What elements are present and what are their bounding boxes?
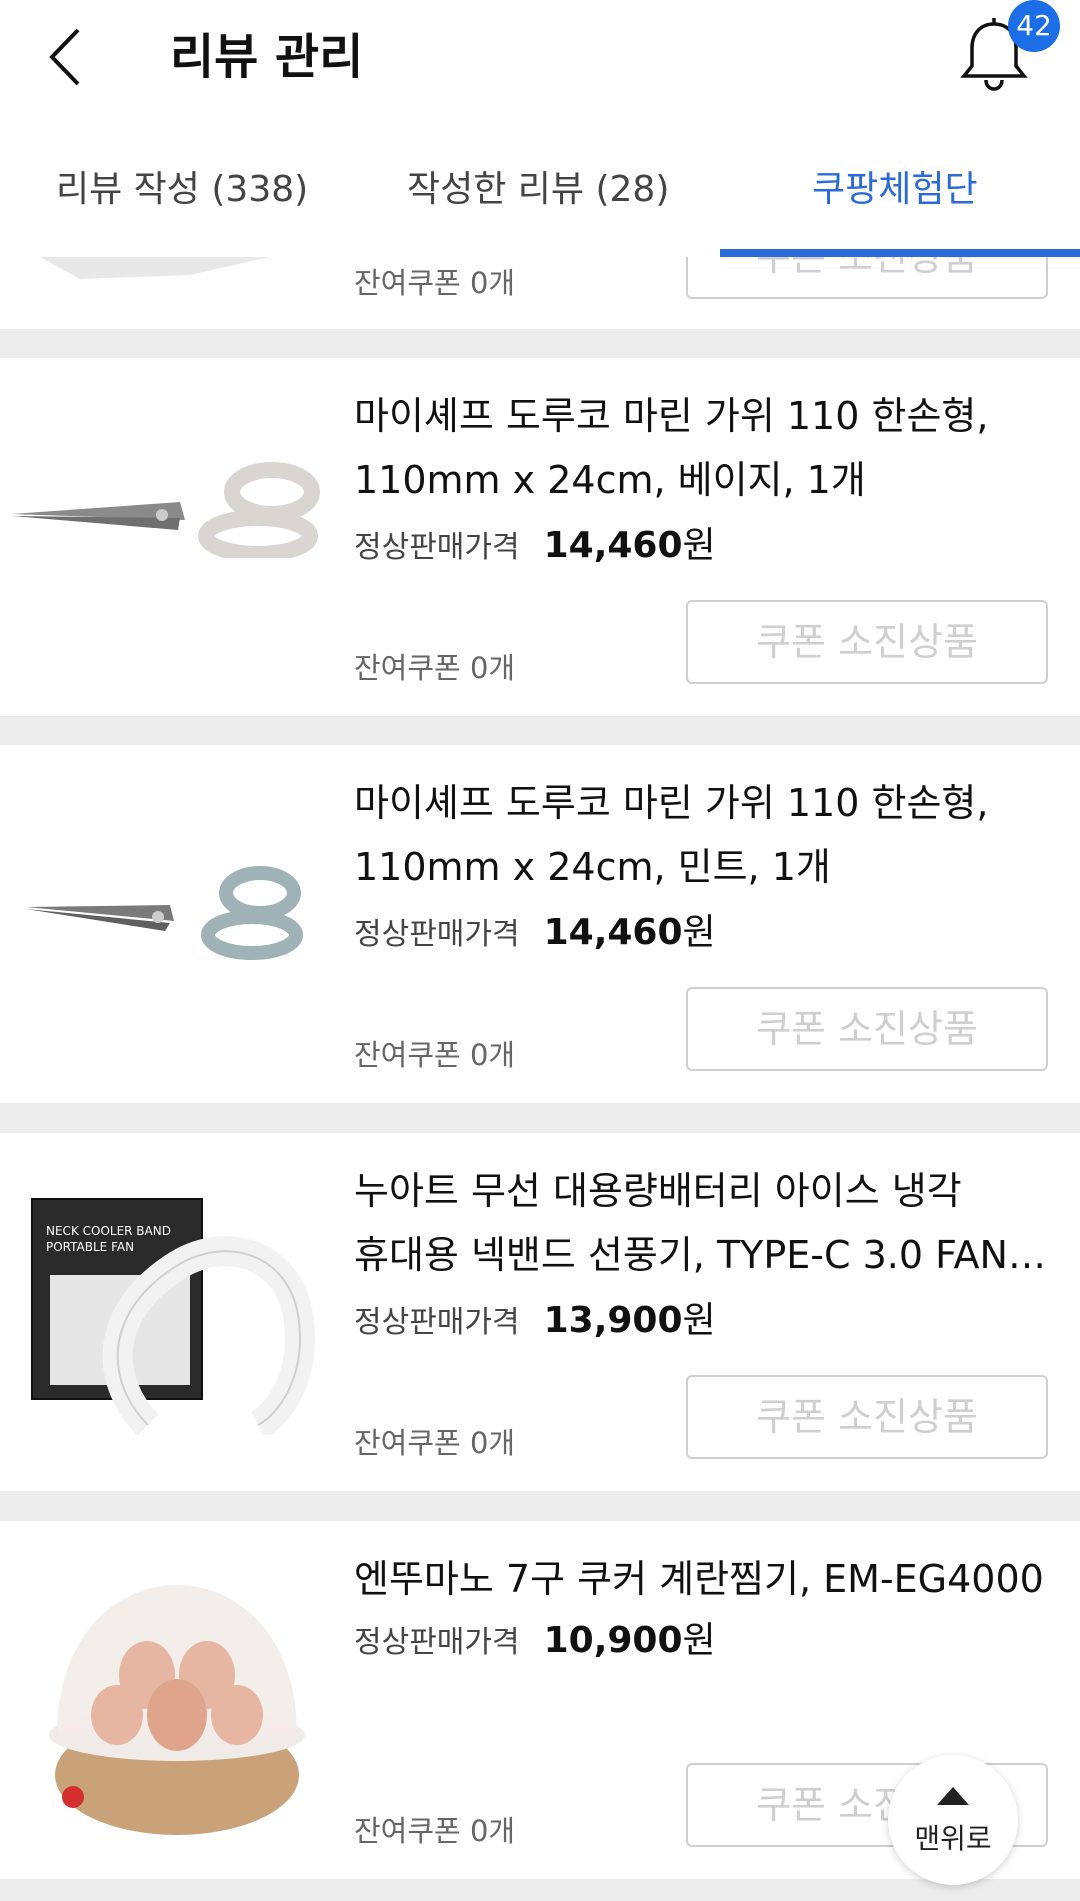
price-row: 정상판매가격 14,460원 [354,521,716,573]
chevron-left-icon [49,28,80,86]
coupon-exhausted-button[interactable]: 쿠폰 소진상품 [686,1375,1048,1459]
price-currency: 원 [682,912,716,953]
price-value: 14,460 [543,525,683,566]
remaining-coupon-text: 잔여쿠폰 0개 [354,1038,516,1072]
price-label: 정상판매가격 [354,1625,520,1660]
page-title: 리뷰 관리 [170,29,364,85]
coupon-exhausted-button[interactable]: 쿠폰 소진상품 [686,257,1048,299]
back-button[interactable] [40,22,100,92]
product-image-egg-cooker [49,1585,305,1835]
product-image-neck-fan: NECK COOLER BAND PORTABLE FAN [31,1198,315,1435]
tab-coupang-experience[interactable]: 쿠팡체험단 [812,165,978,215]
price-currency: 원 [682,1620,716,1661]
price-value: 13,900 [543,1300,683,1341]
product-name: 엔뚜마노 7구 쿠커 계란찜기, EM-EG4000 [354,1557,1044,1601]
price-currency: 원 [682,1300,716,1341]
remaining-coupon-text: 잔여쿠폰 0개 [354,1426,516,1460]
price-label: 정상판매가격 [354,1305,520,1340]
app-header: 리뷰 관리 42 [0,0,1080,115]
price-label: 정상판매가격 [354,530,520,565]
product-image-mint-scissors [26,866,303,960]
tab-written-reviews[interactable]: 작성한 리뷰 (28) [407,165,669,215]
product-card-partial: 잔여쿠폰 0개 쿠폰 소진상품 [0,257,1080,329]
box-text-line: NECK COOLER BAND [46,1224,171,1238]
scroll-to-top-button[interactable]: 맨위로 [888,1755,1018,1885]
product-image-partial [40,257,270,279]
price-value: 14,460 [543,912,683,953]
triangle-up-icon [937,1787,969,1805]
product-image-beige-scissors [12,462,320,558]
product-card[interactable]: 마이셰프 도루코 마린 가위 110 한손형, 110mm x 24cm, 민트… [0,745,1080,1103]
price-label: 정상판매가격 [354,917,520,952]
coupon-exhausted-button[interactable]: 쿠폰 소진상품 [686,600,1048,684]
product-name: 마이셰프 도루코 마린 가위 110 한손형, 110mm x 24cm, 민트… [354,781,989,889]
price-row: 정상판매가격 13,900원 [354,1296,716,1348]
active-tab-indicator [720,249,1080,257]
box-text-line: PORTABLE FAN [46,1240,134,1254]
product-card[interactable]: 마이셰프 도루코 마린 가위 110 한손형, 110mm x 24cm, 베이… [0,358,1080,716]
tab-bar: 리뷰 작성 (338) 작성한 리뷰 (28) 쿠팡체험단 [0,115,1080,257]
price-currency: 원 [682,525,716,566]
price-row: 정상판매가격 10,900원 [354,1616,716,1668]
remaining-coupon-text: 잔여쿠폰 0개 [354,651,516,685]
product-name: 누아트 무선 대용량배터리 아이스 냉각 휴대용 넥밴드 선풍기, TYPE-C… [354,1169,1054,1277]
remaining-coupon-text: 잔여쿠폰 0개 [354,1814,516,1848]
product-name: 마이셰프 도루코 마린 가위 110 한손형, 110mm x 24cm, 베이… [354,394,989,502]
coupon-exhausted-button[interactable]: 쿠폰 소진상품 [686,987,1048,1071]
remaining-coupon-text: 잔여쿠폰 0개 [354,266,516,300]
notification-badge: 42 [1008,0,1060,52]
scroll-to-top-label: 맨위로 [914,1822,992,1855]
tab-write-review[interactable]: 리뷰 작성 (338) [56,165,308,215]
product-card[interactable]: NECK COOLER BAND PORTABLE FAN 누아트 무선 대용량… [0,1133,1080,1491]
price-row: 정상판매가격 14,460원 [354,908,716,960]
price-value: 10,900 [543,1620,683,1661]
